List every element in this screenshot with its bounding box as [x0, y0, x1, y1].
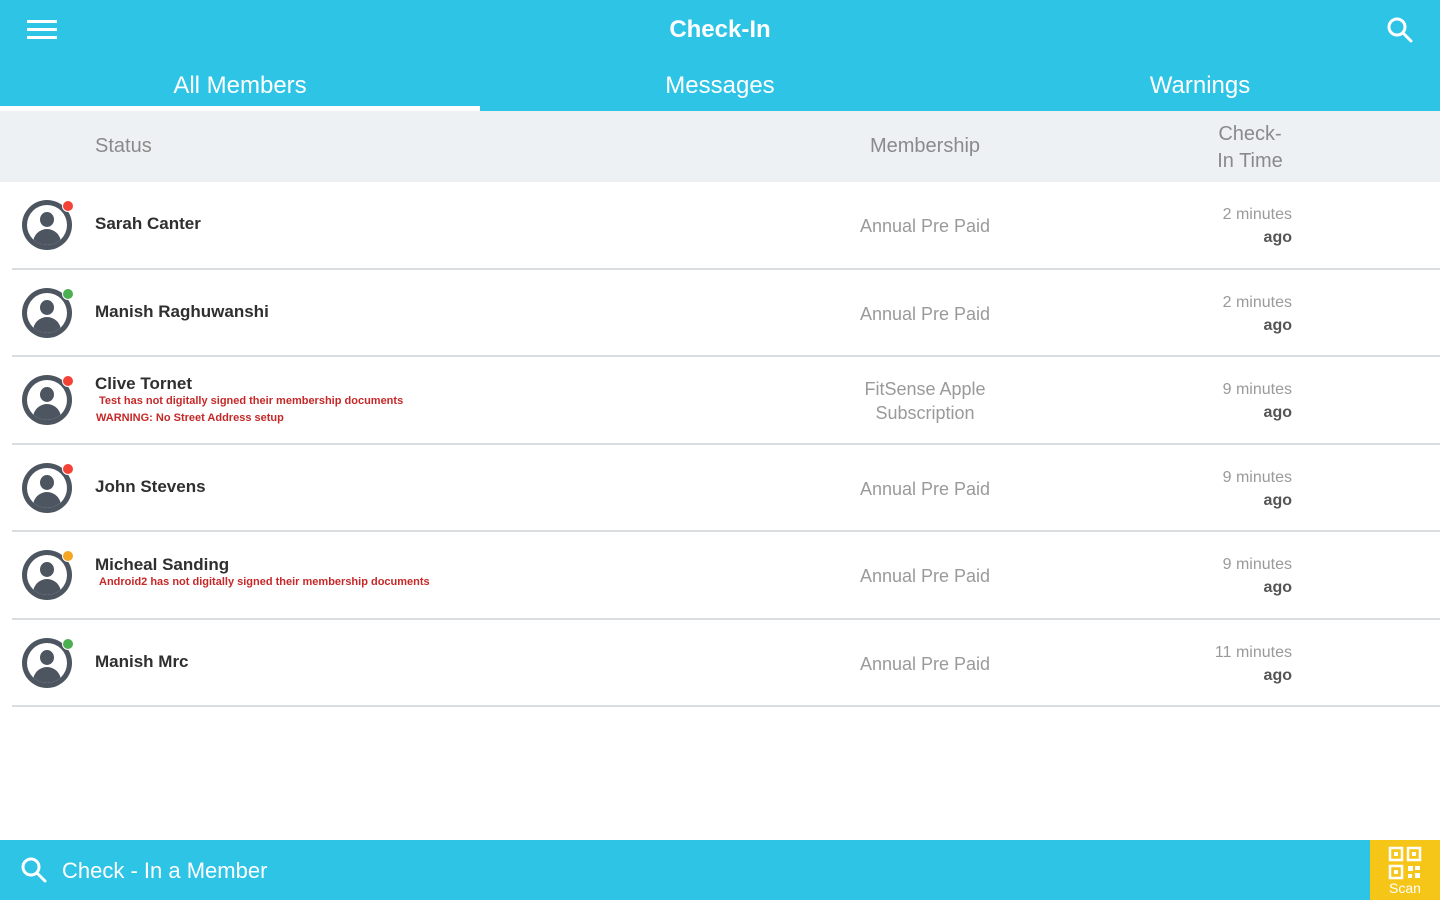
check-in-time: 2 minutes ago — [1182, 291, 1292, 337]
time-value: 11 minutes — [1214, 643, 1292, 661]
member-list: Sarah Canter Annual Pre Paid 2 minutes ago M… — [12, 182, 1440, 707]
search-button[interactable] — [1382, 12, 1418, 48]
check-in-time: 2 minutes ago — [1182, 203, 1292, 249]
time-value: 2 minutes — [1222, 206, 1292, 223]
membership-line: Annual Pre Paid — [859, 303, 991, 324]
membership-type: Annual Pre Paid — [825, 302, 1025, 326]
member-row[interactable]: Micheal Sanding Android2 has not digitall… — [12, 532, 1440, 620]
search-icon — [1387, 17, 1413, 43]
column-header: Status Membership Check- In Time — [0, 111, 1440, 182]
tab-all-members[interactable]: All Members — [0, 62, 480, 111]
tab-warnings[interactable]: Warnings — [960, 62, 1440, 111]
time-ago: ago — [1263, 404, 1292, 421]
scan-label: Scan — [1389, 880, 1421, 896]
member-name: Sarah Canter — [95, 214, 201, 233]
search-icon — [21, 857, 47, 883]
membership-type: Annual Pre Paid — [825, 564, 1025, 588]
time-ago: ago — [1263, 316, 1292, 334]
membership-type: Annual Pre Paid — [825, 477, 1025, 501]
member-row[interactable]: Clive Tornet Test has not digitally signe… — [12, 357, 1440, 445]
member-name: Clive Tornet — [95, 374, 192, 393]
membership-line: Annual Pre Paid — [859, 478, 991, 499]
check-in-member-input[interactable]: Check - In a Member — [0, 840, 1370, 900]
bottom-bar: Check - In a Member Scan — [0, 840, 1440, 900]
warning-text: Test has not digitally signed their memb… — [99, 395, 404, 407]
scan-button[interactable]: Scan — [1370, 840, 1440, 900]
membership-type: Annual Pre Paid — [825, 652, 1025, 676]
check-in-placeholder: Check - In a Member — [62, 858, 268, 883]
status-dot — [62, 200, 74, 212]
warning-text: WARNING: No Street Address setup — [96, 412, 284, 424]
status-dot — [62, 550, 74, 562]
membership-line: Annual Pre Paid — [859, 566, 991, 586]
qr-code-icon — [1388, 846, 1422, 880]
membership-line: FitSense Apple — [864, 379, 986, 399]
column-status: Status — [95, 135, 152, 157]
time-value: 9 minutes — [1222, 381, 1292, 398]
tab-messages[interactable]: Messages — [480, 62, 960, 111]
tab-bar: All Members Messages Warnings — [0, 62, 1440, 111]
column-time-line1: Check- — [1218, 123, 1282, 145]
membership-type: FitSense Apple Subscription — [825, 377, 1025, 425]
member-row[interactable]: John Stevens Annual Pre Paid 9 minutes ago — [12, 445, 1440, 532]
check-in-time: 9 minutes ago — [1182, 378, 1292, 424]
membership-line: Subscription — [875, 403, 975, 423]
member-name: Manish Mrc — [95, 651, 189, 671]
time-value: 9 minutes — [1222, 556, 1292, 573]
column-membership: Membership — [869, 135, 981, 157]
status-dot — [62, 462, 74, 475]
member-row[interactable]: Manish Raghuwanshi Annual Pre Paid 2 minut… — [12, 270, 1440, 357]
member-name: Manish Raghuwanshi — [95, 301, 269, 321]
check-in-time: 9 minutes ago — [1182, 553, 1292, 599]
check-in-time: 11 minutes ago — [1182, 641, 1292, 687]
member-name: John Stevens — [95, 476, 206, 496]
warning-text: Android2 has not digitally signed their … — [99, 576, 430, 588]
app-bar: Check-In All Members Messages Warnings — [0, 0, 1440, 111]
time-value: 2 minutes — [1222, 293, 1292, 311]
status-dot — [62, 375, 74, 387]
membership-line: Annual Pre Paid — [859, 216, 991, 236]
check-in-time: 9 minutes ago — [1182, 466, 1292, 512]
page-title: Check-In — [669, 16, 771, 43]
membership-line: Annual Pre Paid — [859, 653, 991, 674]
membership-type: Annual Pre Paid — [825, 214, 1025, 238]
time-ago: ago — [1263, 229, 1292, 246]
column-check-in-time: Check- In Time — [1190, 121, 1310, 175]
member-name: Micheal Sanding — [95, 555, 230, 574]
column-time-line2: In Time — [1217, 150, 1283, 172]
time-ago: ago — [1263, 491, 1292, 509]
member-row[interactable]: Manish Mrc Annual Pre Paid 11 minutes ago — [12, 620, 1440, 707]
time-ago: ago — [1263, 579, 1292, 596]
time-ago: ago — [1263, 666, 1292, 684]
status-dot — [62, 287, 74, 300]
time-value: 9 minutes — [1222, 468, 1292, 486]
member-row[interactable]: Sarah Canter Annual Pre Paid 2 minutes ago — [12, 182, 1440, 270]
status-dot — [62, 637, 74, 650]
